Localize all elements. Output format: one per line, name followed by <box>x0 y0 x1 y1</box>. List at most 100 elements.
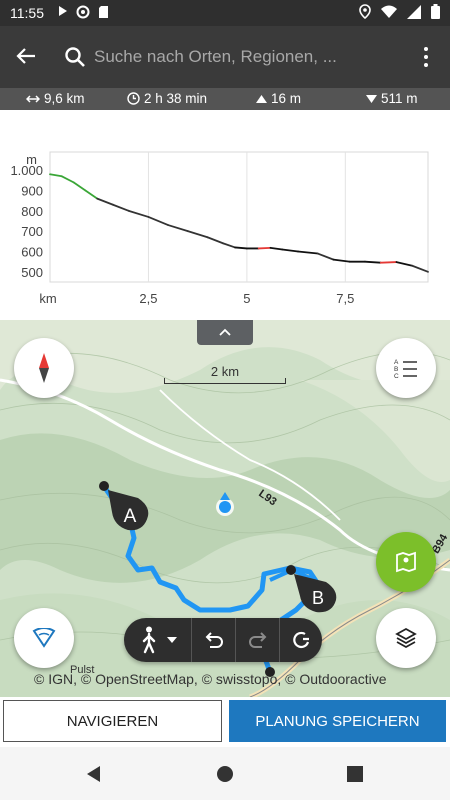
search-icon <box>65 47 85 67</box>
elevation-segment <box>127 209 150 218</box>
elevation-segment <box>316 252 335 261</box>
redo-button[interactable] <box>236 618 280 662</box>
elevation-segment <box>281 248 299 253</box>
svg-text:A: A <box>394 359 399 366</box>
y-tick-label: 700 <box>21 224 43 239</box>
y-tick-label: 900 <box>21 184 43 199</box>
route-stats-bar: 9,6 km 2 h 38 min 16 m 511 m <box>0 88 450 110</box>
map-view[interactable]: A B 2 km L93 B94 Pulst A B C © IGN, © Op… <box>0 320 450 697</box>
descent-icon <box>366 94 377 103</box>
current-location-dot <box>219 501 231 513</box>
x-tick-label: 2,5 <box>139 291 157 306</box>
elevation-segment <box>112 203 130 212</box>
elevation-segment <box>411 264 429 273</box>
marker-b-label: B <box>312 588 324 608</box>
stat-duration: 2 h 38 min <box>127 91 207 106</box>
dropdown-icon <box>166 637 177 643</box>
nav-home-icon[interactable] <box>215 764 235 784</box>
elevation-profile: km 2,5 5 7,5 1.000 900 800 700 600 500 m <box>0 110 450 320</box>
compass-button[interactable] <box>14 338 74 398</box>
sd-card-icon <box>99 6 108 18</box>
nav-back-icon[interactable] <box>84 764 104 784</box>
elevation-segment <box>379 261 398 264</box>
y-tick-label: 600 <box>21 245 43 260</box>
map-scale: 2 km <box>164 364 286 384</box>
app-bar <box>0 26 450 88</box>
route-start-point[interactable] <box>99 481 109 491</box>
map-layers-button[interactable] <box>376 608 436 668</box>
wifi-icon <box>381 5 397 18</box>
elevation-segment <box>60 175 75 184</box>
status-time: 11:55 <box>10 5 44 21</box>
layers-icon <box>395 627 417 649</box>
hiking-icon <box>142 626 155 654</box>
bottom-action-bar: NAVIGIEREN PLANUNG SPEICHERN <box>0 697 450 747</box>
elevation-chart: km 2,5 5 7,51.000900800700600500m <box>10 151 429 306</box>
gps-tracking-button[interactable] <box>14 608 74 668</box>
list-abc-icon: A B C <box>394 359 417 379</box>
undo-icon <box>205 632 223 648</box>
descent-value: 511 m <box>381 91 418 106</box>
search-bar[interactable] <box>64 42 394 72</box>
x-tick-label: 5 <box>243 291 250 306</box>
elevation-segment <box>234 246 248 250</box>
signal-icon <box>407 4 421 19</box>
elevation-segment <box>167 224 189 233</box>
map-attribution: © IGN, © OpenStreetMap, © swisstopo, © O… <box>34 671 387 687</box>
nav-recents-icon[interactable] <box>345 764 365 784</box>
close-loop-button[interactable] <box>280 618 322 662</box>
overflow-menu-button[interactable] <box>416 42 436 72</box>
status-bar: 11:55 <box>0 0 450 26</box>
save-plan-button[interactable]: PLANUNG SPEICHERN <box>229 700 446 742</box>
route-point-b[interactable] <box>286 565 296 575</box>
navigate-button[interactable]: NAVIGIEREN <box>3 700 222 742</box>
y-tick-label: 800 <box>21 204 43 219</box>
svg-text:B: B <box>394 366 398 373</box>
arrow-left-icon <box>16 48 35 64</box>
elevation-segment <box>257 246 272 250</box>
elevation-segment <box>222 242 236 249</box>
battery-icon <box>431 4 440 19</box>
stat-descent: 511 m <box>366 91 418 106</box>
duration-value: 2 h 38 min <box>144 91 208 106</box>
elevation-segment <box>72 181 87 192</box>
loop-icon <box>293 631 310 649</box>
marker-a-label: A <box>124 506 137 527</box>
waypoint-list-button[interactable]: A B C <box>376 338 436 398</box>
distance-value: 9,6 km <box>44 91 85 106</box>
x-tick-label: km <box>39 291 56 306</box>
distance-arrows-icon <box>26 94 40 103</box>
back-button[interactable] <box>10 40 42 72</box>
scale-bar <box>164 378 286 384</box>
collapse-profile-button[interactable] <box>197 320 253 345</box>
elevation-segment <box>297 250 319 255</box>
play-icon <box>59 6 67 16</box>
x-tick-label: 7,5 <box>336 291 354 306</box>
elevation-segment <box>269 246 284 251</box>
y-axis-label: m <box>26 152 37 167</box>
ascent-icon <box>256 94 267 103</box>
map-save-button[interactable] <box>376 532 436 592</box>
elevation-segment <box>395 261 414 267</box>
system-navigation-bar <box>0 747 450 800</box>
elevation-segment <box>332 258 351 263</box>
elevation-segment <box>186 230 209 239</box>
undo-button[interactable] <box>192 618 236 662</box>
stat-ascent: 16 m <box>256 91 301 106</box>
more-vert-icon <box>424 47 428 51</box>
svg-text:C: C <box>394 373 399 379</box>
compass-icon <box>39 353 49 383</box>
elevation-segment <box>147 216 170 226</box>
scale-label: 2 km <box>210 364 240 379</box>
elevation-segment <box>96 197 114 206</box>
activity-type-button[interactable] <box>124 618 192 662</box>
location-icon <box>359 4 371 19</box>
elevation-segment <box>364 260 382 264</box>
route-edit-toolbar <box>124 618 322 662</box>
y-tick-label: 500 <box>21 265 43 280</box>
elevation-segment <box>84 189 99 200</box>
map-marker-icon <box>396 551 416 573</box>
search-input[interactable] <box>94 47 384 67</box>
elevation-segment <box>206 236 225 245</box>
clock-icon <box>127 92 140 105</box>
